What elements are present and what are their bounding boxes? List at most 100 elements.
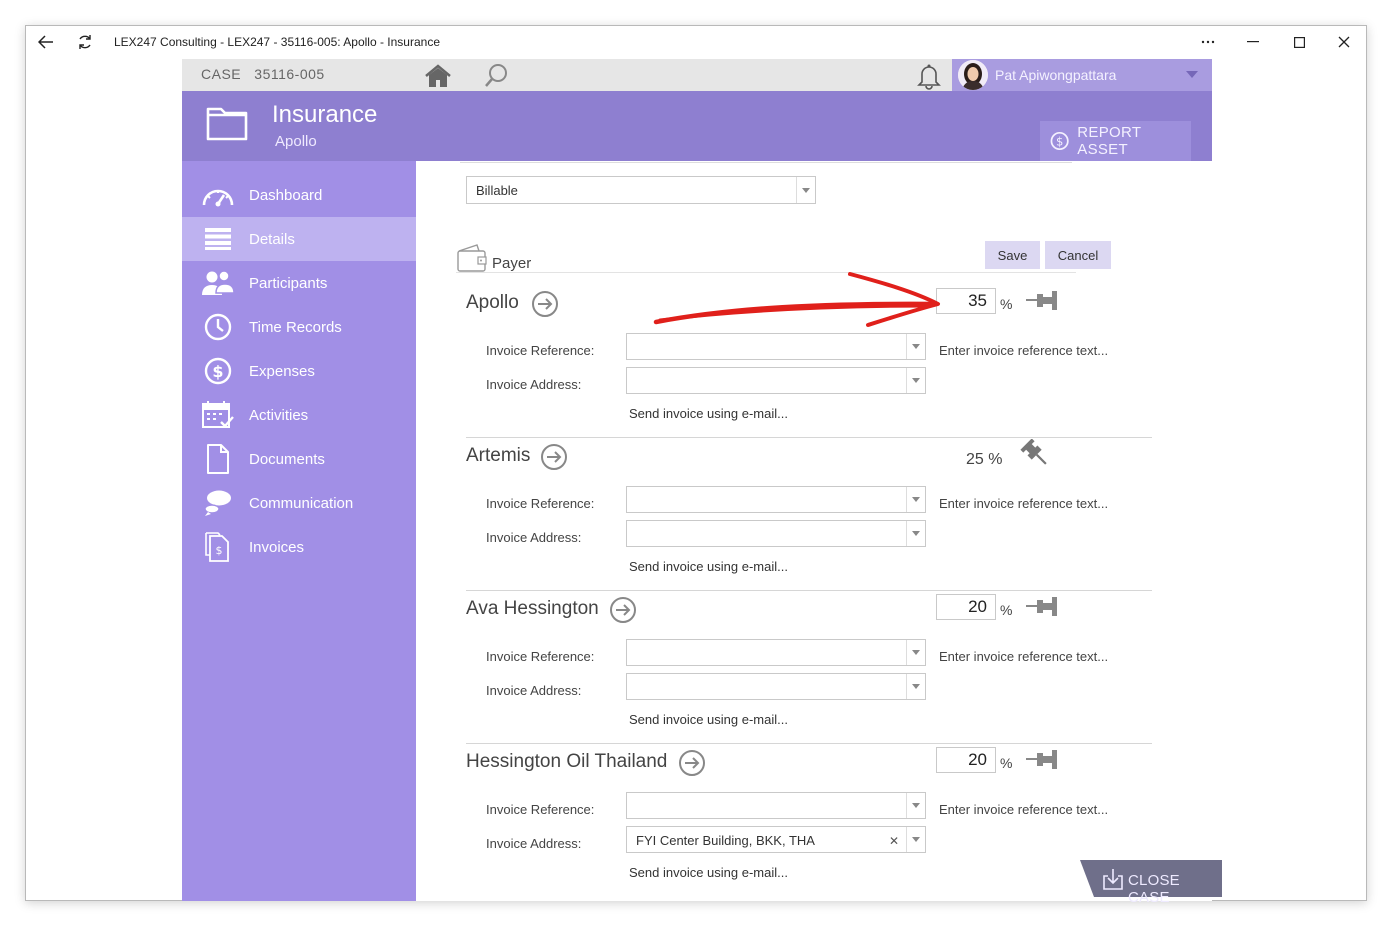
calendar-icon [201,398,235,432]
sidebar-item-expenses[interactable]: $ Expenses [182,349,416,393]
case-number: CASE 35116-005 [201,66,325,82]
send-email-link[interactable]: Send invoice using e-mail... [629,406,788,421]
top-bar: CASE 35116-005 Pat Apiwongpattara [182,59,1212,91]
clear-icon[interactable]: ✕ [889,834,899,848]
sidebar-item-label: Activities [249,406,309,424]
invoice-reference-label: Invoice Reference: [486,802,595,817]
folder-icon [206,105,248,141]
chevron-down-icon[interactable] [906,487,925,512]
sidebar-item-dashboard[interactable]: Dashboard [182,173,416,217]
sidebar-item-label: Expenses [249,362,315,380]
chevron-down-icon[interactable] [906,674,925,699]
refresh-icon[interactable] [74,31,96,53]
payer-name: Ava Hessington [466,598,599,619]
invoice-reference-select[interactable] [626,333,926,360]
sidebar-item-communication[interactable]: Communication [182,481,416,525]
invoice-reference-select[interactable] [626,486,926,513]
arrow-right-circle-icon[interactable] [678,749,706,777]
home-icon[interactable] [420,63,456,89]
invoice-reference-select[interactable] [626,639,926,666]
sidebar-item-time-records[interactable]: Time Records [182,305,416,349]
payer-label: Payer [492,255,532,272]
billing-type-select[interactable]: Billable [466,176,816,204]
more-icon[interactable] [1196,30,1220,54]
maximize-icon[interactable] [1287,30,1311,54]
billing-type-value: Billable [476,183,518,198]
close-case-button[interactable]: CLOSE CASE [1080,860,1222,906]
send-email-link[interactable]: Send invoice using e-mail... [629,559,788,574]
search-icon[interactable] [482,63,512,89]
payer-section-header: Payer [456,243,1076,273]
invoice-reference-select[interactable] [626,792,926,819]
case-header: Insurance Apollo $ REPORT ASSET [182,91,1212,161]
invoice-address-select[interactable] [626,520,926,547]
invoice-reference-label: Invoice Reference: [486,496,595,511]
scrolled-field-label [460,161,1072,163]
sidebar-item-participants[interactable]: Participants [182,261,416,305]
send-email-link[interactable]: Send invoice using e-mail... [629,865,788,880]
payer-row-hessington-oil-thailand: Hessington Oil Thailand 20 % Invoice Ref… [466,744,1152,897]
invoice-address-select[interactable] [626,673,926,700]
payer-row-apollo: Apollo 35 % Invoice Reference: Enter inv… [466,285,1152,438]
title-bar: LEX247 Consulting - LEX247 - 35116-005: … [26,26,1366,58]
sidebar-item-label: Time Records [249,318,342,336]
cancel-button[interactable]: Cancel [1045,241,1111,269]
back-arrow-icon[interactable] [35,31,57,53]
app-area: CASE 35116-005 Pat Apiwongpattara Insura… [182,59,1212,901]
payer-row-artemis: Artemis 25 % Invoice Reference: Enter in… [466,438,1152,591]
main-content: Billable Payer Save Cancel Apollo 35 % I… [416,161,1212,901]
invoice-address-label: Invoice Address: [486,530,582,545]
chevron-down-icon[interactable] [906,640,925,665]
chevron-down-icon[interactable] [906,334,925,359]
chevron-down-icon[interactable] [1186,71,1198,78]
dollar-circle-icon: $ [1050,131,1069,151]
close-icon[interactable] [1332,30,1356,54]
page-title: Insurance [272,101,378,128]
percent-symbol: % [1000,296,1013,312]
percent-input[interactable]: 20 [936,747,996,773]
invoice-address-label: Invoice Address: [486,377,582,392]
pin-icon[interactable] [1024,286,1060,316]
arrow-right-circle-icon[interactable] [540,443,568,471]
pinned-icon[interactable] [1018,438,1054,469]
sidebar-item-documents[interactable]: Documents [182,437,416,481]
sidebar: Dashboard Details Participants Time Reco… [182,161,416,901]
invoice-address-select[interactable]: FYI Center Building, BKK, THA ✕ [626,826,926,853]
close-case-label: CLOSE CASE [1128,872,1180,906]
minimize-icon[interactable] [1241,30,1265,54]
send-email-link[interactable]: Send invoice using e-mail... [629,712,788,727]
chevron-down-icon[interactable] [906,368,925,393]
svg-text:$: $ [212,362,223,381]
invoice-address-select[interactable] [626,367,926,394]
pin-icon[interactable] [1024,592,1060,622]
svg-text:$: $ [216,544,223,557]
sidebar-item-invoices[interactable]: $ Invoices [182,525,416,569]
participants-icon [201,266,235,300]
percent-symbol: % [1000,602,1013,618]
bell-icon[interactable] [916,62,942,90]
chevron-down-icon[interactable] [906,521,925,546]
sidebar-item-label: Invoices [249,538,305,556]
invoice-address-label: Invoice Address: [486,836,582,851]
percent-input[interactable]: 20 [936,594,996,620]
pin-icon[interactable] [1024,745,1060,775]
save-button[interactable]: Save [985,241,1040,269]
chevron-down-icon[interactable] [796,177,815,203]
app-window: LEX247 Consulting - LEX247 - 35116-005: … [25,25,1367,906]
document-icon [201,442,235,476]
reference-hint: Enter invoice reference text... [939,802,1109,817]
report-asset-button[interactable]: $ REPORT ASSET [1040,121,1191,161]
sidebar-item-activities[interactable]: Activities [182,393,416,437]
invoice-address-value: FYI Center Building, BKK, THA [636,833,815,848]
percent-input[interactable]: 35 [936,288,996,314]
invoice-reference-label: Invoice Reference: [486,343,595,358]
avatar [958,60,988,90]
user-menu[interactable]: Pat Apiwongpattara [952,59,1212,91]
sidebar-item-details[interactable]: Details [182,217,416,261]
user-name: Pat Apiwongpattara [995,67,1117,83]
arrow-right-circle-icon[interactable] [531,290,559,318]
arrow-right-circle-icon[interactable] [609,596,637,624]
chevron-down-icon[interactable] [906,793,925,818]
sidebar-item-label: Participants [249,274,328,292]
chevron-down-icon[interactable] [906,827,925,852]
